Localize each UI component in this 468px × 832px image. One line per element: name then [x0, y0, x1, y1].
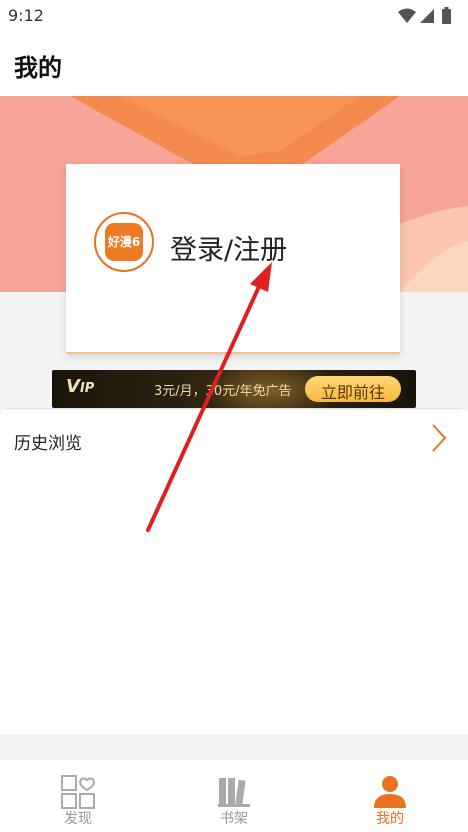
wifi-icon — [398, 8, 416, 23]
login-card[interactable]: 好漫6 登录/注册 — [66, 164, 400, 354]
status-bar: 9:12 — [0, 0, 468, 32]
vip-go-button[interactable]: 立即前往 — [305, 376, 401, 402]
cellular-signal-icon — [420, 9, 434, 23]
tab-mine[interactable]: 我的 — [312, 760, 468, 832]
tab-label: 发现 — [64, 811, 92, 827]
bookshelf-icon — [218, 778, 250, 807]
title-bar: 我的 — [0, 32, 468, 96]
login-register-link[interactable]: 登录/注册 — [170, 228, 287, 267]
status-time: 9:12 — [8, 6, 44, 25]
footer-separator — [0, 734, 468, 760]
bottom-tab-bar: 发现 书架 我的 — [0, 760, 468, 832]
app-logo-text: 好漫6 — [107, 235, 141, 249]
app-logo: 好漫6 — [94, 212, 154, 272]
tab-label: 我的 — [376, 811, 404, 827]
chevron-right-icon — [432, 424, 447, 452]
history-browsing-row[interactable]: 历史浏览 — [0, 409, 468, 471]
page-title: 我的 — [14, 54, 62, 82]
vip-banner[interactable]: VIP 3元/月，30元/年免广告 立即前往 — [52, 370, 416, 408]
tab-bookshelf[interactable]: 书架 — [156, 760, 312, 832]
vip-price-text: 3元/月，30元/年免广告 — [154, 384, 292, 399]
tab-label: 书架 — [220, 811, 248, 827]
battery-icon — [442, 9, 451, 24]
grid-heart-icon — [61, 775, 96, 809]
history-browsing-label: 历史浏览 — [14, 434, 82, 454]
vip-go-label: 立即前往 — [320, 383, 385, 402]
status-icons — [398, 7, 451, 24]
user-icon — [374, 776, 406, 808]
tab-discover[interactable]: 发现 — [0, 760, 156, 832]
vip-badge: VIP — [66, 376, 95, 397]
